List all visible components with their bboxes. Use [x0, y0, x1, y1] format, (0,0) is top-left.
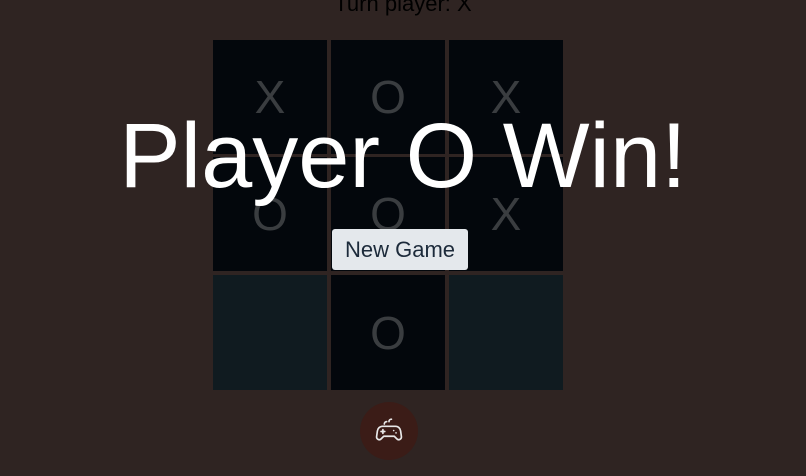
board-cell-0-0[interactable]: X — [213, 40, 327, 154]
new-game-button[interactable]: New Game — [332, 229, 468, 270]
board-cell-2-2[interactable] — [449, 275, 563, 390]
turn-indicator: Turn player: X — [334, 0, 472, 16]
board-cell-1-0[interactable]: O — [213, 157, 327, 271]
game-board: X O X O O X O — [212, 40, 564, 390]
board-cell-0-2[interactable]: X — [449, 40, 563, 154]
gamepad-icon — [374, 416, 404, 446]
game-menu-button[interactable] — [360, 402, 418, 460]
board-cell-0-1[interactable]: O — [331, 40, 445, 154]
board-cell-2-1[interactable]: O — [331, 275, 445, 390]
board-cell-2-0[interactable] — [213, 275, 327, 390]
game-stage: Turn player: X X O X O O X O Player O Wi… — [0, 0, 806, 476]
